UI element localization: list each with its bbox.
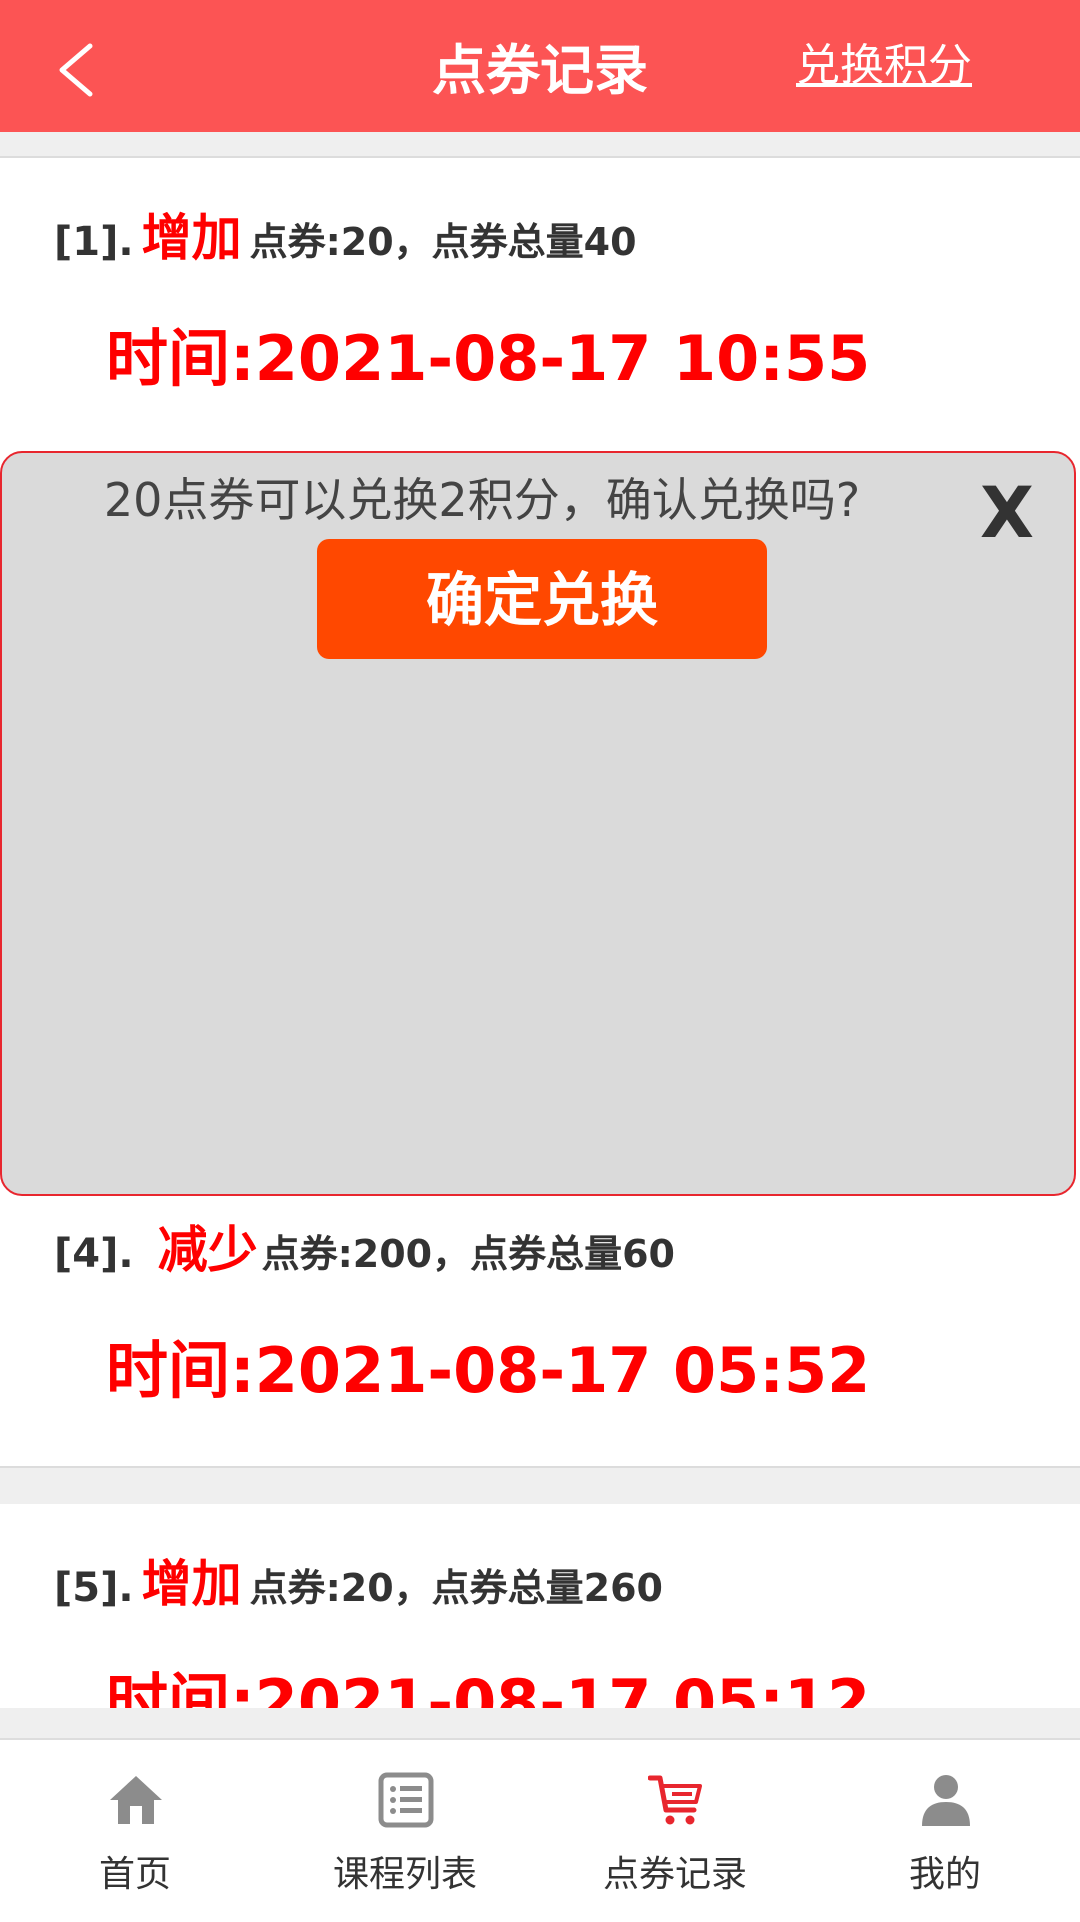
record-action: 减少 (157, 1221, 258, 1279)
list-icon (378, 1772, 434, 1828)
nav-item-coupon-records[interactable]: 点券记录 (540, 1740, 810, 1922)
record-action: 增加 (141, 1555, 242, 1613)
record-summary: [1]. 增加 点券:20，点券总量40 (54, 198, 637, 270)
record-action: 增加 (141, 209, 242, 267)
record-time: 时间:2021-08-17 05:12 (106, 1666, 871, 1708)
record-index: [1]. (54, 219, 134, 265)
record-time: 时间:2021-08-17 10:55 (106, 322, 871, 395)
nav-item-course-list[interactable]: 课程列表 (270, 1740, 540, 1922)
confirm-exchange-button[interactable]: 确定兑换 (317, 539, 767, 659)
separator (0, 1708, 1080, 1738)
record-item: [4]. 减少 点券:200，点券总量60 时间:2021-08-17 05:52 (0, 1196, 1080, 1466)
nav-label: 我的 (908, 1854, 981, 1895)
nav-label: 课程列表 (332, 1854, 477, 1895)
nav-item-home[interactable]: 首页 (0, 1740, 270, 1922)
close-button[interactable]: X (980, 473, 1034, 553)
record-detail: 点券:20，点券总量260 (249, 1566, 663, 1610)
separator (0, 132, 1080, 158)
user-icon (922, 1775, 970, 1826)
bottom-nav: 首页 课程列表 点券记录 我的 (0, 1738, 1080, 1922)
app-header: 点券记录 兑换积分 (0, 0, 1080, 132)
record-detail: 点券:200，点券总量60 (261, 1232, 675, 1276)
exchange-points-link[interactable]: 兑换积分 (796, 36, 972, 96)
nav-item-mine[interactable]: 我的 (810, 1740, 1080, 1922)
nav-label: 点券记录 (602, 1854, 747, 1895)
cart-icon (648, 1775, 702, 1825)
nav-label: 首页 (98, 1854, 171, 1895)
record-detail: 点券:20，点券总量40 (249, 220, 637, 264)
record-item: [1]. 增加 点券:20，点券总量40 时间:2021-08-17 10:55 (0, 158, 1080, 451)
record-summary: [5]. 增加 点券:20，点券总量260 (54, 1544, 663, 1616)
record-item: [5]. 增加 点券:20，点券总量260 时间:2021-08-17 05:12 (0, 1504, 1080, 1708)
record-index: [4]. (54, 1231, 134, 1277)
separator (0, 1466, 1080, 1506)
record-summary: [4]. 减少 点券:200，点券总量60 (54, 1210, 675, 1282)
exchange-confirm-dialog: 20点券可以兑换2积分，确认兑换吗? X 确定兑换 (0, 451, 1076, 1196)
dialog-message: 20点券可以兑换2积分，确认兑换吗? (103, 473, 861, 527)
home-icon (110, 1776, 162, 1824)
record-index: [5]. (54, 1565, 134, 1611)
record-time: 时间:2021-08-17 05:52 (106, 1334, 871, 1407)
